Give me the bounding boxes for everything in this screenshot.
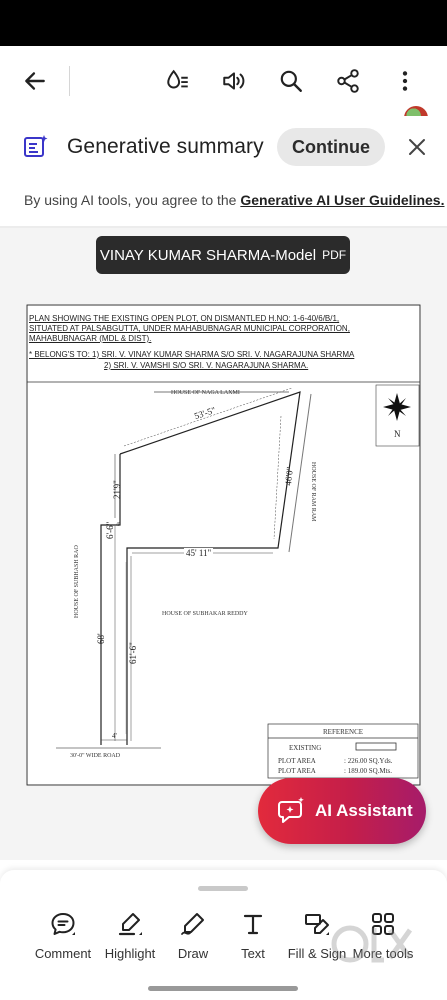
plan-owner-line1: * BELONG'S TO: 1) SRI. V. VINAY KUMAR SH… [29, 350, 355, 359]
top-toolbar [0, 46, 447, 116]
pdf-page: PLAN SHOWING THE EXISTING OPEN PLOT, ON … [26, 304, 421, 786]
road-label: 30'-0" WIDE ROAD [70, 753, 121, 759]
left-boundary-label: HOUSE OF SUBHASH RAO [74, 545, 80, 618]
fill-sign-icon [305, 914, 329, 935]
text-icon [243, 914, 263, 935]
read-aloud-icon[interactable] [219, 66, 249, 96]
highlight-icon [118, 913, 142, 936]
ai-assistant-button[interactable]: AI Assistant [258, 778, 426, 844]
share-icon[interactable] [333, 66, 363, 96]
comment-icon [51, 913, 75, 935]
search-icon[interactable] [276, 66, 306, 96]
dim-left: 68' [96, 633, 106, 644]
top-boundary-label: HOUSE OF NAGA LAXMI [171, 390, 240, 396]
ai-notice-text: By using AI tools, you agree to the [24, 192, 241, 208]
tool-comment[interactable]: Comment [26, 910, 100, 972]
continue-button[interactable]: Continue [277, 128, 385, 166]
back-arrow-icon[interactable] [20, 66, 50, 96]
tool-comment-label: Comment [34, 946, 92, 961]
dim-right: 46'0" [283, 466, 295, 487]
reference-area-mts: : 189.00 SQ.Mts. [344, 767, 393, 775]
ai-guidelines-link[interactable]: Generative AI User Guidelines. [240, 192, 444, 208]
draw-icon [181, 913, 204, 935]
toolbar-divider [69, 66, 70, 96]
plan-header-line2: SITUATED AT PALSABGUTTA, UNDER MAHABUBNA… [29, 324, 350, 333]
ai-guidelines-notice: By using AI tools, you agree to the Gene… [24, 192, 444, 208]
watermark-logo [331, 925, 413, 963]
dim-inner: 61'-6" [128, 642, 138, 664]
generative-summary-banner: Generative summary Continue [0, 116, 447, 178]
ai-assistant-label: AI Assistant [315, 801, 413, 820]
dim-bottom: 4' [112, 732, 117, 740]
north-label: N [394, 429, 401, 439]
more-vertical-icon[interactable] [390, 66, 420, 96]
generative-summary-icon [24, 135, 48, 157]
plot-plan-drawing [26, 304, 421, 786]
right-boundary-label: HOUSE OF RAM RAM [310, 462, 316, 522]
plan-owner-line2: 2) SRI. V. VAMSHI S/O SRI. V. NAGARAJUNA… [104, 361, 309, 370]
reference-title: REFERENCE [323, 728, 364, 736]
file-name: VINAY KUMAR SHARMA-Model [99, 246, 317, 264]
center-boundary-label: HOUSE OF SUBHAKAR REDDY [162, 611, 248, 617]
file-name-chip: VINAY KUMAR SHARMA-Model PDF [96, 236, 350, 274]
dim-step-width: 4' [116, 522, 121, 528]
close-icon[interactable] [406, 136, 428, 158]
reference-existing: EXISTING [289, 744, 322, 752]
read-mode-icon[interactable] [163, 66, 193, 96]
home-indicator[interactable] [148, 986, 298, 991]
dim-step: 6'-6" [105, 521, 115, 539]
document-viewport[interactable]: PLAN SHOWING THE EXISTING OPEN PLOT, ON … [0, 228, 447, 860]
tool-text-label: Text [241, 946, 265, 961]
plan-header-line1: PLAN SHOWING THE EXISTING OPEN PLOT, ON … [29, 314, 340, 323]
sheet-handle[interactable] [198, 886, 248, 891]
reference-area-label: PLOT AREA [278, 757, 316, 765]
file-extension: PDF [322, 248, 347, 262]
reference-area-label2: PLOT AREA [278, 767, 316, 775]
tool-text[interactable]: Text [216, 910, 290, 972]
status-bar [0, 0, 447, 46]
dim-upper-left: 21'9" [112, 480, 122, 499]
ai-assistant-icon [278, 797, 304, 823]
dim-middle: 45' 11" [184, 548, 214, 558]
plan-header-line3: MAHABUBNAGAR (MDL & DIST). [29, 334, 152, 343]
reference-area-yds: : 226.00 SQ.Yds. [344, 757, 393, 765]
generative-summary-title: Generative summary [67, 135, 264, 158]
